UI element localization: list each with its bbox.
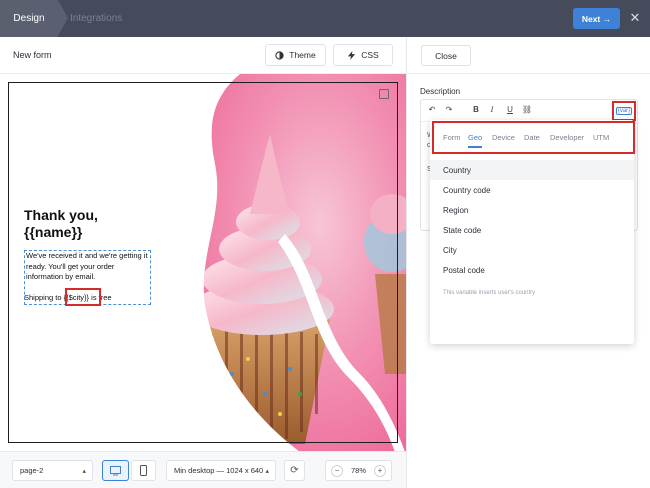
device-size-value: Min desktop — 1024 x 640 [174,466,264,475]
variable-hint: This variable inserts user's country [443,290,536,296]
shipping-prefix: Shipping to [24,293,64,302]
editor-header: New form Theme CSS [0,37,406,73]
theme-icon [275,50,284,60]
undo-icon[interactable]: ↶ [426,105,438,114]
tab-integrations[interactable]: Integrations [70,0,122,37]
tabs-highlight [432,121,635,154]
italic-icon[interactable]: I [486,105,498,114]
underline-icon[interactable]: U [504,105,516,114]
top-bar: Design Integrations Next → ✕ [0,0,650,37]
divider [407,73,650,74]
mobile-icon [140,465,147,476]
zoom-out-button[interactable]: − [331,464,343,477]
title-line-1: Thank you, [24,207,98,223]
zoom-value: 78% [350,466,366,475]
variable-tabs: Form Geo Device Date Developer UTM [430,120,635,154]
page-select[interactable]: page-2 ▴ [12,460,93,481]
editor-toolbar: ↶ ↷ B I U ⛓ {var} [421,100,637,122]
title-line-2: {{name}} [24,224,83,240]
next-button[interactable]: Next → [573,8,620,29]
bottom-toolbar: page-2 ▴ Min desktop — 1024 x 640 ▴ ⟳ − … [0,451,406,488]
close-icon[interactable]: ✕ [628,10,642,26]
variable-icon: {var} [615,107,633,115]
css-button[interactable]: CSS [333,44,393,66]
device-size-select[interactable]: Min desktop — 1024 x 640 ▴ [166,460,276,481]
link-icon[interactable]: ⛓ [521,105,533,114]
form-canvas: Thank you, {{name}} We've received it an… [0,73,406,451]
variable-highlight [65,288,101,306]
tab-design[interactable]: Design [0,0,68,37]
form-name: New form [13,50,52,60]
page-select-value: page-2 [20,466,44,475]
popup-title[interactable]: Thank you, {{name}} [24,207,144,241]
bold-icon[interactable]: B [470,105,482,114]
variables-dropdown: Form Geo Device Date Developer UTM Count… [430,120,635,344]
redo-icon[interactable]: ↷ [443,105,455,114]
lightning-icon [348,50,356,60]
properties-panel: Close Description ↶ ↷ B I U ⛓ {var} W o … [406,37,650,488]
insert-variable-button[interactable]: {var} [612,101,636,121]
popup-body-text: We've received it and we're getting it r… [26,251,148,281]
mobile-view-button[interactable] [131,460,156,481]
desktop-view-button[interactable] [102,460,129,481]
zoom-in-button[interactable]: + [373,464,386,477]
var-item-state-code[interactable]: State code [430,220,634,240]
refresh-button[interactable]: ⟳ [284,460,305,481]
var-item-country-code[interactable]: Country code [430,180,634,200]
desktop-icon [110,465,121,475]
refresh-icon: ⟳ [290,465,299,476]
close-panel-button[interactable]: Close [421,45,471,66]
chevron-up-icon: ▴ [82,468,86,475]
var-item-city[interactable]: City [430,240,634,260]
var-item-postal-code[interactable]: Postal code [430,260,634,280]
description-label: Description [420,87,461,96]
theme-button[interactable]: Theme [265,44,326,66]
corner-icon[interactable] [379,89,389,99]
var-item-country[interactable]: Country [430,160,634,180]
zoom-control: − 78% + [325,460,392,481]
theme-label: Theme [289,50,316,60]
var-item-region[interactable]: Region [430,200,634,220]
chevron-up-icon: ▴ [265,468,269,475]
css-label: CSS [361,50,379,60]
